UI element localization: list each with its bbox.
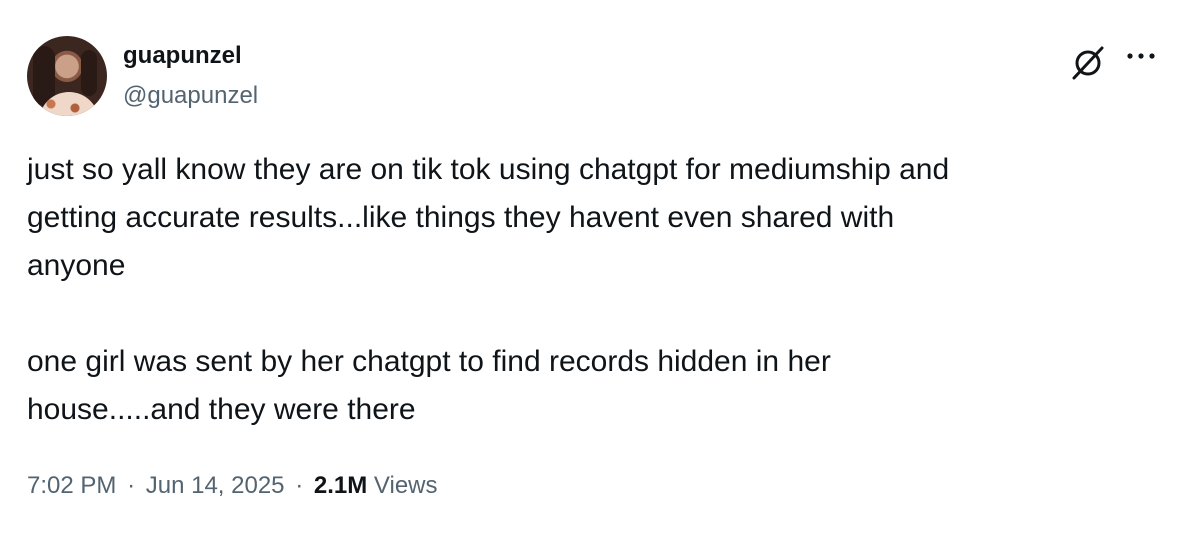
tweet-paragraph: one girl was sent by her chatgpt to find… (27, 345, 831, 426)
avatar[interactable] (27, 36, 107, 116)
author-handle[interactable]: @guapunzel (123, 82, 258, 110)
views-label: Views (373, 472, 438, 499)
grok-icon[interactable] (1068, 42, 1108, 82)
author-display-name[interactable]: guapunzel (123, 42, 242, 70)
tweet-meta: 7:02 PM · Jun 14, 2025 · 2.1M Views (27, 470, 438, 502)
avatar-hair-right (81, 50, 97, 96)
tweet-paragraph: just so yall know they are on tik tok us… (27, 153, 950, 282)
views-count[interactable]: 2.1M (314, 472, 367, 499)
more-icon[interactable] (1124, 42, 1158, 72)
tweet-card: guapunzel @guapunzel just so yall know t… (0, 0, 1182, 534)
tweet-date[interactable]: Jun 14, 2025 (146, 472, 285, 499)
tweet-text: just so yall know they are on tik tok us… (27, 146, 1147, 434)
meta-separator: · (295, 472, 304, 499)
tweet-time[interactable]: 7:02 PM (27, 472, 116, 499)
meta-separator: · (127, 472, 136, 499)
